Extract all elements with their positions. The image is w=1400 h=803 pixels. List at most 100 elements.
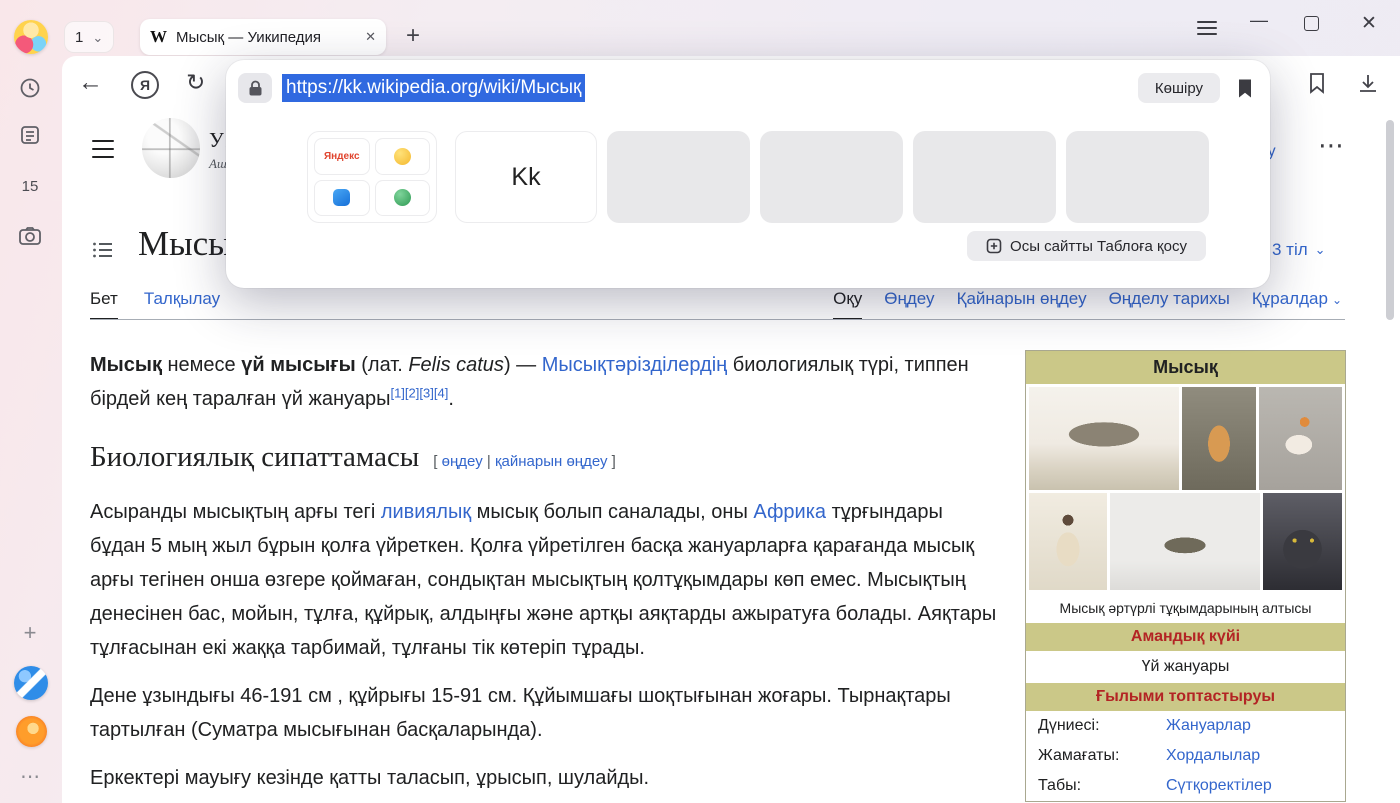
contents-list-icon[interactable] bbox=[92, 240, 114, 260]
omnibox-dropdown-panel: https://kk.wikipedia.org/wiki/Мысық Көші… bbox=[226, 60, 1270, 288]
disk-mini-icon bbox=[333, 189, 350, 206]
add-square-icon bbox=[986, 238, 1002, 254]
copy-url-button[interactable]: Көшіру bbox=[1138, 73, 1220, 103]
rail-add-icon[interactable]: + bbox=[16, 620, 44, 646]
tablo-tile-current-site[interactable]: Kk bbox=[455, 131, 597, 223]
infobox-caption: Мысық әртүрлі тұқымдарының алтысы bbox=[1026, 593, 1345, 623]
bookmark-icon[interactable] bbox=[1236, 78, 1254, 99]
ref-link-2[interactable]: [2] bbox=[405, 385, 419, 400]
tabs-divider bbox=[90, 319, 1345, 320]
felidae-link[interactable]: Мысықтәрізділердің bbox=[542, 354, 727, 376]
collections-flag-icon[interactable] bbox=[1306, 71, 1328, 95]
tablo-tile-yandex-group[interactable]: Яндекс bbox=[307, 131, 437, 223]
tab-talk[interactable]: Талқылау bbox=[144, 289, 220, 320]
tablo-tile-empty-4[interactable] bbox=[1066, 131, 1209, 223]
tab-tools-label: Құралдар bbox=[1252, 289, 1328, 308]
libyan-cat-link[interactable]: ливиялық bbox=[381, 501, 471, 523]
wikipedia-favicon-icon: W bbox=[150, 27, 167, 47]
africa-link[interactable]: Африка bbox=[753, 501, 826, 523]
cat-photo-2[interactable] bbox=[1182, 387, 1256, 490]
tablo-tile-empty-2[interactable] bbox=[760, 131, 903, 223]
wiki-more-icon[interactable]: ⋯ bbox=[1318, 130, 1345, 161]
bracket: [ bbox=[433, 453, 437, 470]
rail-more-icon[interactable]: ⋯ bbox=[16, 764, 44, 789]
body-text: Асыранды мысықтың арғы тегі bbox=[90, 501, 381, 523]
tab-edit[interactable]: Өңдеу bbox=[884, 289, 934, 320]
tablo-tile-empty-3[interactable] bbox=[913, 131, 1056, 223]
taxonomy-label: Табы: bbox=[1038, 777, 1166, 795]
intro-text: немесе bbox=[162, 354, 241, 376]
tablo-tiles: Яндекс Kk bbox=[307, 131, 1209, 223]
language-selector[interactable]: 3 тіл ⌄ bbox=[1272, 240, 1326, 260]
edit-link[interactable]: өңдеу bbox=[442, 453, 483, 470]
reading-list-icon[interactable] bbox=[16, 121, 44, 149]
intro-bold-term: Мысық bbox=[90, 354, 162, 376]
intro-text: ) — bbox=[504, 354, 542, 376]
intro-text: . bbox=[448, 388, 454, 410]
yandex-browser-logo[interactable] bbox=[14, 666, 48, 700]
intro-bold-term2: үй мысығы bbox=[241, 354, 355, 376]
latin-abbr: лат. bbox=[368, 354, 403, 376]
infobox-image-grid-row1 bbox=[1026, 384, 1345, 490]
back-icon[interactable]: ← bbox=[78, 68, 103, 97]
page-tabs-right: Оқу Өңдеу Қайнарын өңдеу Өңделу тарихы Қ… bbox=[833, 289, 1342, 320]
history-icon[interactable] bbox=[16, 74, 44, 102]
cat-photo-5[interactable] bbox=[1110, 493, 1260, 590]
taxonomy-header: Ғылыми топтастыруы bbox=[1026, 683, 1345, 711]
new-tab-button[interactable]: + bbox=[399, 22, 427, 50]
mail-mini-icon bbox=[394, 148, 411, 165]
status-value: Үй жануары bbox=[1026, 651, 1345, 683]
cat-photo-1[interactable] bbox=[1029, 387, 1179, 490]
infobox-image-grid-row2 bbox=[1026, 490, 1345, 593]
maximize-button[interactable] bbox=[1304, 16, 1319, 31]
tab-count-badge[interactable]: 15 bbox=[16, 178, 44, 195]
ref-link-1[interactable]: [1] bbox=[390, 385, 404, 400]
ref-link-4[interactable]: [4] bbox=[434, 385, 448, 400]
page-scrollbar[interactable] bbox=[1386, 120, 1394, 320]
phylum-link[interactable]: Хордалылар bbox=[1166, 747, 1260, 765]
screenshot-icon[interactable] bbox=[16, 222, 44, 250]
tab-counter-value: 1 bbox=[75, 29, 83, 46]
wiki-menu-icon[interactable] bbox=[92, 140, 114, 158]
article-body: Мысық немесе үй мысығы (лат. Felis catus… bbox=[90, 348, 1002, 803]
browser-menu-icon[interactable] bbox=[1197, 16, 1217, 40]
section-heading-text: Биологиялық сипаттамасы bbox=[90, 441, 419, 473]
yandex-letter: Я bbox=[140, 77, 150, 93]
reload-icon[interactable]: ↻ bbox=[186, 69, 205, 96]
tab-history[interactable]: Өңделу тарихы bbox=[1109, 289, 1230, 320]
ref-link-3[interactable]: [3] bbox=[419, 385, 433, 400]
chevron-down-icon: ⌄ bbox=[92, 31, 103, 44]
minimize-button[interactable]: — bbox=[1250, 10, 1268, 31]
section-edit-links: [ өңдеу | қайнарын өңдеу ] bbox=[433, 453, 616, 470]
profile-avatar[interactable] bbox=[14, 20, 48, 54]
lock-icon[interactable] bbox=[238, 73, 272, 103]
language-count: 3 тіл bbox=[1272, 240, 1308, 260]
cat-photo-3[interactable] bbox=[1259, 387, 1342, 490]
tab-counter[interactable]: 1 ⌄ bbox=[64, 21, 114, 53]
infobox: Мысық Мысық әртүрлі тұқымдарының алтысы … bbox=[1025, 350, 1346, 802]
kingdom-link[interactable]: Жануарлар bbox=[1166, 717, 1251, 735]
wikipedia-logo[interactable] bbox=[142, 118, 200, 178]
taxonomy-label: Дүниесі: bbox=[1038, 717, 1166, 735]
browser-tab[interactable]: W Мысық — Уикипедия ✕ bbox=[140, 19, 386, 55]
tab-tools[interactable]: Құралдар⌄ bbox=[1252, 289, 1342, 320]
tab-page[interactable]: Бет bbox=[90, 289, 118, 320]
add-to-tablo-button[interactable]: Осы сайтты Таблоға қосу bbox=[967, 231, 1206, 261]
section-heading: Биологиялық сипаттамасы [ өңдеу | қайнары… bbox=[90, 440, 1002, 479]
edit-source-link[interactable]: қайнарын өңдеу bbox=[495, 453, 608, 470]
download-icon[interactable] bbox=[1356, 71, 1380, 95]
tab-read[interactable]: Оқу bbox=[833, 289, 862, 320]
tab-edit-source[interactable]: Қайнарын өңдеу bbox=[957, 289, 1087, 320]
body-paragraph-3: Еркектері мауығу кезінде қатты таласып, … bbox=[90, 761, 1002, 795]
window-close-button[interactable]: ✕ bbox=[1361, 12, 1377, 35]
yandex-search-icon[interactable]: Я bbox=[131, 71, 159, 99]
taxonomy-row: Жамағаты: Хордалылар bbox=[1026, 741, 1345, 771]
cat-photo-4[interactable] bbox=[1029, 493, 1107, 590]
tab-close-icon[interactable]: ✕ bbox=[365, 29, 376, 45]
class-link[interactable]: Сүтқоректілер bbox=[1166, 777, 1272, 795]
yandex-services-icon[interactable] bbox=[16, 716, 47, 747]
url-input[interactable]: https://kk.wikipedia.org/wiki/Мысық bbox=[282, 74, 585, 102]
latin-name: Felis catus bbox=[403, 354, 504, 376]
cat-photo-6[interactable] bbox=[1263, 493, 1342, 590]
tablo-tile-empty-1[interactable] bbox=[607, 131, 750, 223]
